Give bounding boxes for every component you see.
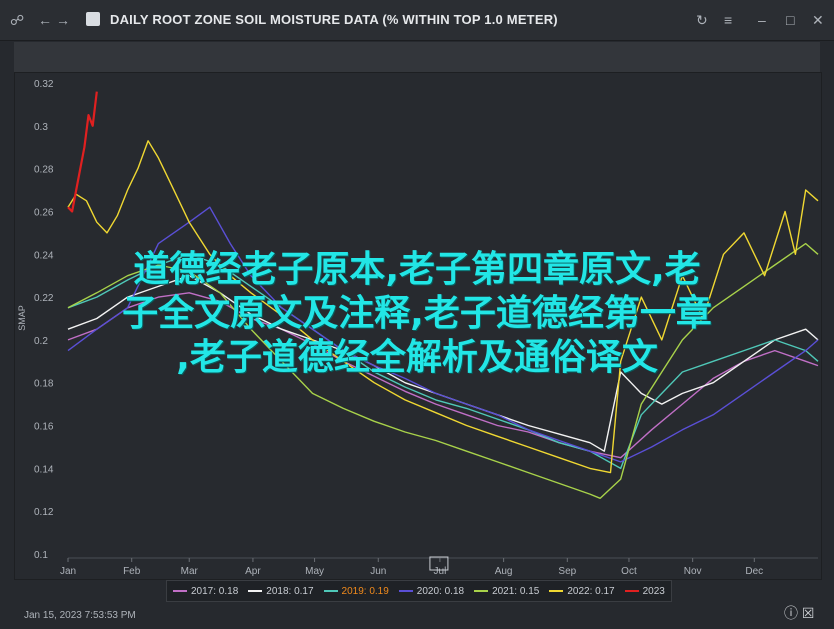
x-tick-label: Mar (181, 566, 199, 577)
y-tick-label: 0.3 (34, 122, 48, 133)
soil-moisture-chart: 0.32 0.3 0.28 0.26 0.24 0.22 0.2 0.18 0.16 0.14 0.… (17, 79, 819, 577)
legend-item-2017[interactable]: 2017: 0.18 (173, 586, 238, 597)
footer-icons: ⓘ ☒ (784, 603, 814, 623)
series-line-2019 (67, 253, 819, 470)
y-tick-label: 0.24 (34, 250, 54, 261)
series-line-2020 (67, 206, 819, 463)
y-tick-label: 0.1 (34, 550, 48, 561)
legend-item-2023[interactable]: 2023 (624, 585, 665, 597)
legend-item-2019[interactable]: 2019: 0.19 (323, 585, 389, 597)
series-line-2017 (67, 292, 819, 459)
legend-swatch (173, 590, 187, 592)
legend-label: 2021: 0.15 (492, 585, 540, 597)
x-tick-label: Jul (434, 566, 447, 577)
x-tick-label: Jun (370, 566, 386, 577)
series-line-2023 (67, 91, 98, 213)
x-tick-label: May (305, 566, 324, 577)
legend-item-2022[interactable]: 2022: 0.17 (549, 585, 615, 597)
x-tick-label: Sep (558, 566, 576, 577)
legend-swatch (474, 590, 489, 592)
series-line-2022 (67, 140, 819, 474)
legend-item-2020[interactable]: 2020: 0.18 (398, 585, 465, 597)
y-tick-label: 0.26 (34, 207, 54, 218)
series-line-2021 (67, 242, 819, 499)
legend-swatch (248, 590, 263, 592)
info-icon[interactable]: ⓘ (784, 605, 798, 621)
legend-item-2018[interactable]: 2018: 0.17 (248, 585, 314, 597)
y-tick-label: 0.22 (34, 293, 54, 304)
legend-label: 2022: 0.17 (567, 585, 615, 597)
x-tick-label: Dec (745, 566, 763, 577)
y-tick-label: 0.28 (34, 165, 54, 176)
x-tick-label: Jan (60, 566, 76, 577)
legend-label: 2020: 0.18 (416, 585, 465, 597)
y-tick-label: 0.2 (34, 336, 48, 347)
timestamp: Jan 15, 2023 7:53:53 PM (24, 610, 136, 621)
legend-swatch (323, 590, 338, 592)
y-tick-label: 0.16 (34, 422, 54, 433)
y-tick-label: 0.12 (34, 507, 54, 518)
x-tick-label: Aug (495, 566, 513, 577)
legend-swatch (398, 590, 413, 592)
legend-item-2021[interactable]: 2021: 0.15 (474, 586, 539, 597)
legend-label: 2018: 0.17 (266, 585, 314, 597)
legend-label: 2023 (642, 585, 665, 597)
chart-legend: 2017: 0.18 2018: 0.17 2019: 0.19 2020: 0.18… (166, 580, 672, 602)
legend-swatch (624, 590, 639, 592)
export-icon[interactable]: ☒ (802, 605, 815, 621)
x-tick-label: Oct (621, 566, 637, 577)
y-tick-label: 0.14 (34, 464, 54, 475)
y-axis-label: SMAP (17, 305, 27, 331)
x-tick-label: Apr (245, 566, 261, 577)
legend-label: 2017: 0.18 (191, 585, 239, 597)
x-tick-label: Feb (123, 566, 141, 577)
x-tick-label: Nov (684, 566, 702, 577)
legend-label: 2019: 0.19 (341, 585, 389, 597)
y-tick-label: 0.18 (34, 379, 54, 390)
y-tick-label: 0.32 (34, 79, 54, 90)
legend-swatch (549, 590, 564, 592)
